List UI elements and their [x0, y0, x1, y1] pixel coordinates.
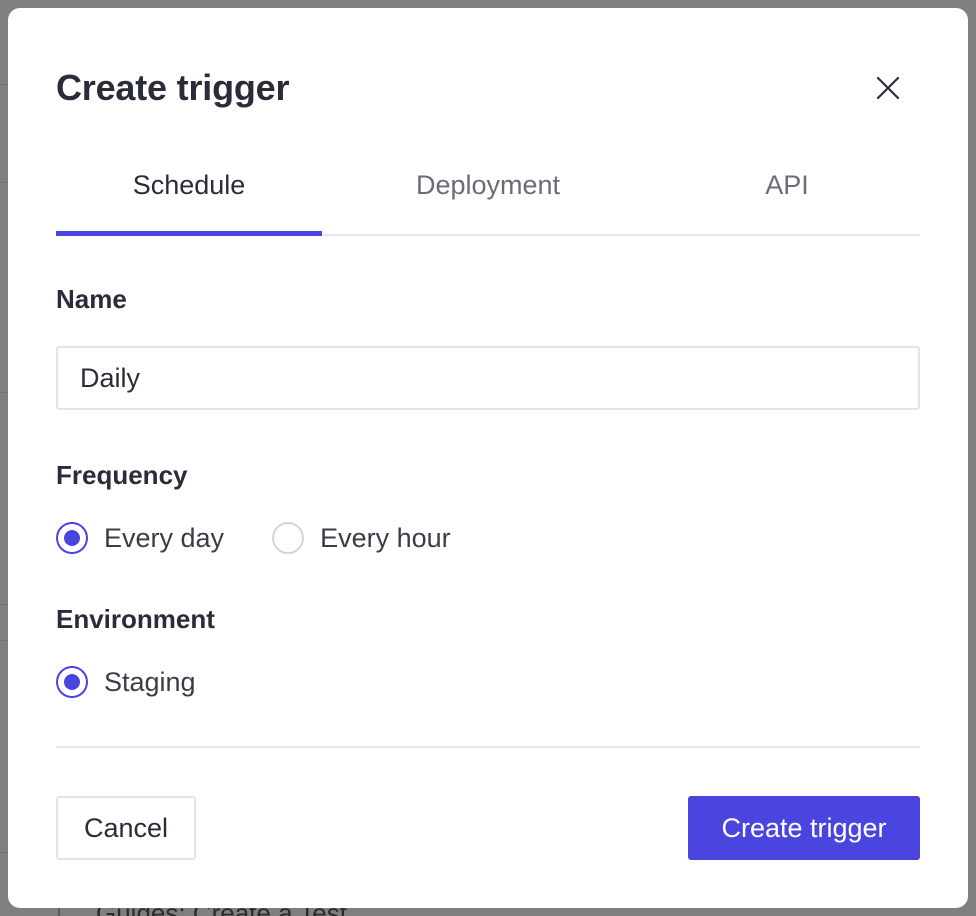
radio-checked-icon[interactable]: [56, 666, 88, 698]
environment-option-label: Staging: [104, 667, 196, 697]
frequency-option-every-day[interactable]: Every day: [56, 522, 224, 554]
cancel-button[interactable]: Cancel: [56, 796, 196, 860]
radio-unchecked-icon[interactable]: [272, 522, 305, 554]
tab-schedule[interactable]: Schedule: [56, 160, 322, 236]
footer-divider: [56, 746, 920, 748]
environment-radio-group: Staging: [56, 666, 244, 698]
tab-deployment[interactable]: Deployment: [322, 160, 654, 234]
close-icon: [876, 76, 900, 100]
tab-api[interactable]: API: [654, 160, 920, 234]
environment-label: Environment: [56, 604, 215, 634]
background-divider: [0, 640, 8, 641]
background-divider: [0, 182, 8, 183]
background-divider: [0, 392, 8, 393]
create-trigger-button[interactable]: Create trigger: [688, 796, 920, 860]
background-divider: [0, 604, 8, 605]
background-divider: [0, 84, 8, 85]
dialog-title: Create trigger: [56, 67, 290, 108]
close-button[interactable]: [868, 68, 908, 108]
create-trigger-dialog: Create trigger Schedule Deployment API N…: [8, 8, 968, 908]
trigger-type-tabs: Schedule Deployment API: [56, 160, 920, 236]
frequency-option-label: Every day: [104, 523, 225, 553]
name-label: Name: [56, 284, 127, 314]
radio-checked-icon[interactable]: [56, 522, 88, 554]
frequency-label: Frequency: [56, 460, 188, 490]
name-input[interactable]: [56, 346, 920, 410]
frequency-option-every-hour[interactable]: Every hour: [272, 522, 451, 554]
frequency-radio-group: Every day Every hour: [56, 522, 499, 554]
frequency-option-label: Every hour: [320, 523, 451, 553]
environment-option-staging[interactable]: Staging: [56, 666, 196, 698]
background-divider: [0, 852, 8, 853]
